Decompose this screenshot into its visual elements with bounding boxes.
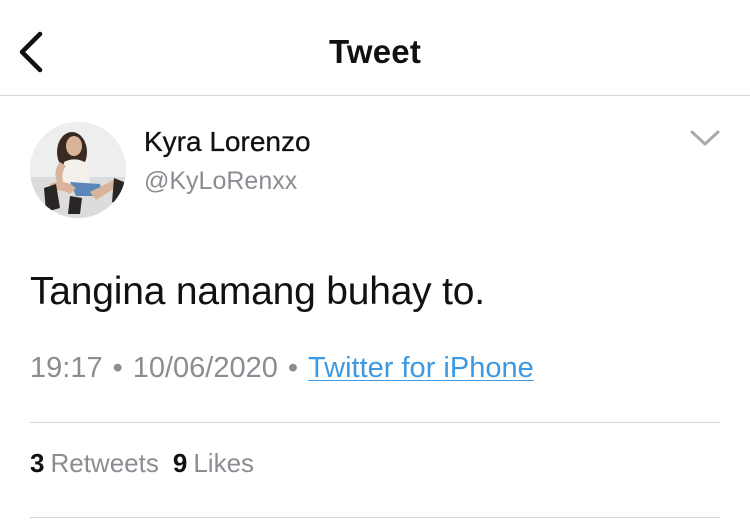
likes-label: Likes bbox=[193, 448, 255, 478]
likes-count: 9 bbox=[172, 448, 188, 478]
nav-header: Tweet bbox=[0, 0, 750, 96]
profile-photo bbox=[30, 122, 126, 218]
tweet-time: 19:17 bbox=[30, 352, 103, 384]
retweets-stat[interactable]: 3 Retweets bbox=[30, 448, 159, 478]
tweet-text: Tangina namang buhay to. bbox=[30, 270, 485, 313]
meta-separator: • bbox=[112, 352, 123, 384]
chevron-down-icon bbox=[690, 130, 720, 146]
divider bbox=[30, 422, 720, 423]
tweet-detail-screen: Tweet Kyra Lorenzo @KyLoRenxx Tangina na… bbox=[0, 0, 750, 520]
meta-separator: • bbox=[287, 352, 299, 384]
tweet-stats: 3 Retweets 9 Likes bbox=[30, 448, 254, 479]
author-handle[interactable]: @KyLoRenxx bbox=[144, 167, 297, 196]
retweets-count: 3 bbox=[30, 448, 45, 478]
tweet-meta: 19:17 • 10/06/2020 • Twitter for iPhone bbox=[30, 352, 534, 385]
more-options-button[interactable] bbox=[688, 126, 722, 150]
tweet-date: 10/06/2020 bbox=[132, 352, 278, 384]
page-title: Tweet bbox=[328, 33, 422, 70]
retweets-label: Retweets bbox=[50, 448, 159, 478]
avatar[interactable] bbox=[30, 122, 126, 218]
likes-stat[interactable]: 9 Likes bbox=[173, 448, 254, 478]
divider bbox=[30, 517, 720, 518]
author-name[interactable]: Kyra Lorenzo bbox=[144, 126, 311, 158]
tweet-source-link[interactable]: Twitter for iPhone bbox=[308, 352, 534, 384]
